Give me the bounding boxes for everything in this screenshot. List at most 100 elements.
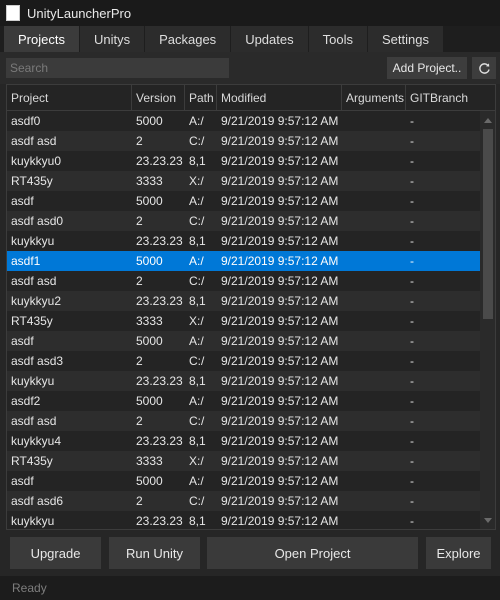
cell-arguments xyxy=(342,111,406,131)
table-row[interactable]: asdf asd 2 C:/ 9/21/2019 9:57:12 AM - xyxy=(7,131,481,151)
cell-project-name: asdf asd xyxy=(11,134,57,148)
cell-git-branch: - xyxy=(410,214,414,228)
cell-modified: 9/21/2019 9:57:12 AM xyxy=(221,394,339,408)
cell-modified: 9/21/2019 9:57:12 AM xyxy=(221,174,339,188)
tab-bar: Projects Unitys Packages Updates Tools S… xyxy=(0,26,500,52)
table-row[interactable]: asdf asd3 2 C:/ 9/21/2019 9:57:12 AM - xyxy=(7,351,481,371)
upgrade-button[interactable]: Upgrade xyxy=(10,537,101,569)
tab-tools[interactable]: Tools xyxy=(308,26,368,52)
cell-project-name: kuykkyu4 xyxy=(11,434,62,448)
cell-project-name: asdf2 xyxy=(11,394,41,408)
column-header-project[interactable]: Project xyxy=(7,85,132,111)
cell-version: 5000 xyxy=(136,254,163,268)
table-row[interactable]: kuykkyu 23.23.23 8,1 9/21/2019 9:57:12 AM - xyxy=(7,511,481,529)
cell-git-branch: - xyxy=(410,334,414,348)
cell-version: 2 xyxy=(136,354,143,368)
cell-git-branch: - xyxy=(410,134,414,148)
table-row[interactable]: RT435y 3333 X:/ 9/21/2019 9:57:12 AM - xyxy=(7,451,481,471)
vertical-scrollbar[interactable] xyxy=(480,111,495,529)
cell-git-branch: - xyxy=(410,374,414,388)
table-row[interactable]: asdf2 5000 A:/ 9/21/2019 9:57:12 AM - xyxy=(7,391,481,411)
table-row[interactable]: asdf asd6 2 C:/ 9/21/2019 9:57:12 AM - xyxy=(7,491,481,511)
cell-git-branch: - xyxy=(410,314,414,328)
cell-arguments xyxy=(342,331,406,351)
column-header-gitbranch[interactable]: GITBranch xyxy=(406,85,481,111)
cell-path: 8,1 xyxy=(189,514,206,528)
refresh-icon xyxy=(478,62,490,74)
refresh-button[interactable] xyxy=(472,57,496,79)
cell-arguments xyxy=(342,291,406,311)
table-row[interactable]: asdf0 5000 A:/ 9/21/2019 9:57:12 AM - xyxy=(7,111,481,131)
table-row[interactable]: kuykkyu4 23.23.23 8,1 9/21/2019 9:57:12 AM - xyxy=(7,431,481,451)
column-header-path[interactable]: Path xyxy=(185,85,217,111)
table-row[interactable]: kuykkyu0 23.23.23 8,1 9/21/2019 9:57:12 AM - xyxy=(7,151,481,171)
cell-path: A:/ xyxy=(189,114,204,128)
search-input[interactable] xyxy=(6,58,229,78)
cell-modified: 9/21/2019 9:57:12 AM xyxy=(221,294,339,308)
explore-button[interactable]: Explore xyxy=(426,537,491,569)
table-row[interactable]: asdf 5000 A:/ 9/21/2019 9:57:12 AM - xyxy=(7,471,481,491)
table-row[interactable]: kuykkyu 23.23.23 8,1 9/21/2019 9:57:12 AM - xyxy=(7,231,481,251)
table-row[interactable]: kuykkyu 23.23.23 8,1 9/21/2019 9:57:12 AM - xyxy=(7,371,481,391)
run-unity-button[interactable]: Run Unity xyxy=(109,537,200,569)
column-header-version[interactable]: Version xyxy=(132,85,185,111)
cell-version: 2 xyxy=(136,214,143,228)
column-header-modified[interactable]: Modified xyxy=(217,85,342,111)
cell-version: 2 xyxy=(136,134,143,148)
scroll-up-icon[interactable] xyxy=(480,113,495,127)
cell-git-branch: - xyxy=(410,514,414,528)
tab-settings[interactable]: Settings xyxy=(367,26,444,52)
table-row[interactable]: RT435y 3333 X:/ 9/21/2019 9:57:12 AM - xyxy=(7,171,481,191)
cell-version: 5000 xyxy=(136,194,163,208)
add-project-button[interactable]: Add Project.. xyxy=(387,57,467,79)
table-row[interactable]: asdf 5000 A:/ 9/21/2019 9:57:12 AM - xyxy=(7,191,481,211)
cell-arguments xyxy=(342,311,406,331)
table-row[interactable]: asdf 5000 A:/ 9/21/2019 9:57:12 AM - xyxy=(7,331,481,351)
table-row[interactable]: RT435y 3333 X:/ 9/21/2019 9:57:12 AM - xyxy=(7,311,481,331)
cell-git-branch: - xyxy=(410,494,414,508)
cell-path: C:/ xyxy=(189,494,205,508)
tab-updates[interactable]: Updates xyxy=(231,26,309,52)
cell-modified: 9/21/2019 9:57:12 AM xyxy=(221,434,339,448)
cell-path: 8,1 xyxy=(189,434,206,448)
table-row[interactable]: asdf asd 2 C:/ 9/21/2019 9:57:12 AM - xyxy=(7,411,481,431)
cell-git-branch: - xyxy=(410,454,414,468)
cell-git-branch: - xyxy=(410,254,414,268)
scroll-thumb[interactable] xyxy=(483,129,493,319)
cell-arguments xyxy=(342,491,406,511)
cell-version: 23.23.23 xyxy=(136,294,183,308)
window-title: UnityLauncherPro xyxy=(27,5,132,21)
cell-version: 3333 xyxy=(136,314,163,328)
tab-unitys[interactable]: Unitys xyxy=(79,26,146,52)
cell-modified: 9/21/2019 9:57:12 AM xyxy=(221,114,339,128)
cell-modified: 9/21/2019 9:57:12 AM xyxy=(221,374,339,388)
cell-git-branch: - xyxy=(410,474,414,488)
cell-modified: 9/21/2019 9:57:12 AM xyxy=(221,414,339,428)
table-row[interactable]: asdf asd 2 C:/ 9/21/2019 9:57:12 AM - xyxy=(7,271,481,291)
column-header-arguments[interactable]: Arguments xyxy=(342,85,406,111)
cell-modified: 9/21/2019 9:57:12 AM xyxy=(221,454,339,468)
table-row[interactable]: asdf asd0 2 C:/ 9/21/2019 9:57:12 AM - xyxy=(7,211,481,231)
cell-version: 23.23.23 xyxy=(136,374,183,388)
cell-path: 8,1 xyxy=(189,374,206,388)
table-row[interactable]: asdf1 5000 A:/ 9/21/2019 9:57:12 AM - xyxy=(7,251,481,271)
open-project-button[interactable]: Open Project xyxy=(207,537,418,569)
cell-version: 5000 xyxy=(136,114,163,128)
table-row[interactable]: kuykkyu2 23.23.23 8,1 9/21/2019 9:57:12 AM - xyxy=(7,291,481,311)
tab-packages[interactable]: Packages xyxy=(145,26,232,52)
cell-arguments xyxy=(342,451,406,471)
scroll-down-icon[interactable] xyxy=(480,513,495,527)
cell-path: A:/ xyxy=(189,194,204,208)
cell-git-branch: - xyxy=(410,394,414,408)
cell-arguments xyxy=(342,411,406,431)
tab-projects[interactable]: Projects xyxy=(4,26,80,52)
cell-project-name: asdf asd xyxy=(11,414,57,428)
cell-project-name: asdf0 xyxy=(11,114,41,128)
cell-version: 5000 xyxy=(136,334,163,348)
cell-project-name: kuykkyu0 xyxy=(11,154,62,168)
grid-header: Project Version Path Modified Arguments … xyxy=(7,85,495,111)
cell-arguments xyxy=(342,511,406,529)
cell-arguments xyxy=(342,231,406,251)
cell-version: 3333 xyxy=(136,454,163,468)
cell-project-name: RT435y xyxy=(11,314,53,328)
